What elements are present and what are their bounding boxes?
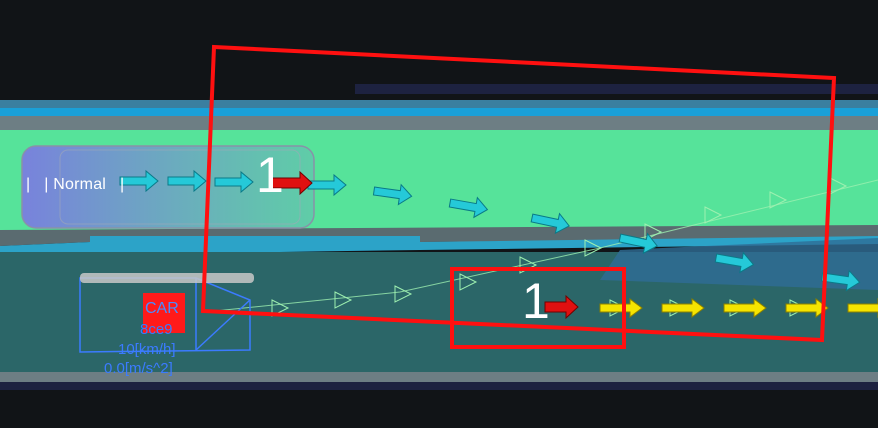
object-label-band — [80, 273, 254, 283]
object-id-label: 8ce9 — [140, 321, 173, 338]
object-speed-label: 10[km/h] — [118, 341, 176, 358]
ego-status-label: | | Normal | — [26, 176, 125, 193]
upper-curb — [0, 108, 878, 116]
lower-road-edge — [0, 382, 878, 390]
object-type-label: CAR — [145, 300, 179, 317]
trajectory-index-label: 1 — [256, 147, 284, 203]
top-road-edge — [355, 84, 878, 94]
object-acceleration-label: 0.0[m/s^2] — [104, 360, 173, 377]
object-trajectory-index-label: 1 — [522, 273, 550, 329]
upper-shoulder — [0, 116, 878, 130]
